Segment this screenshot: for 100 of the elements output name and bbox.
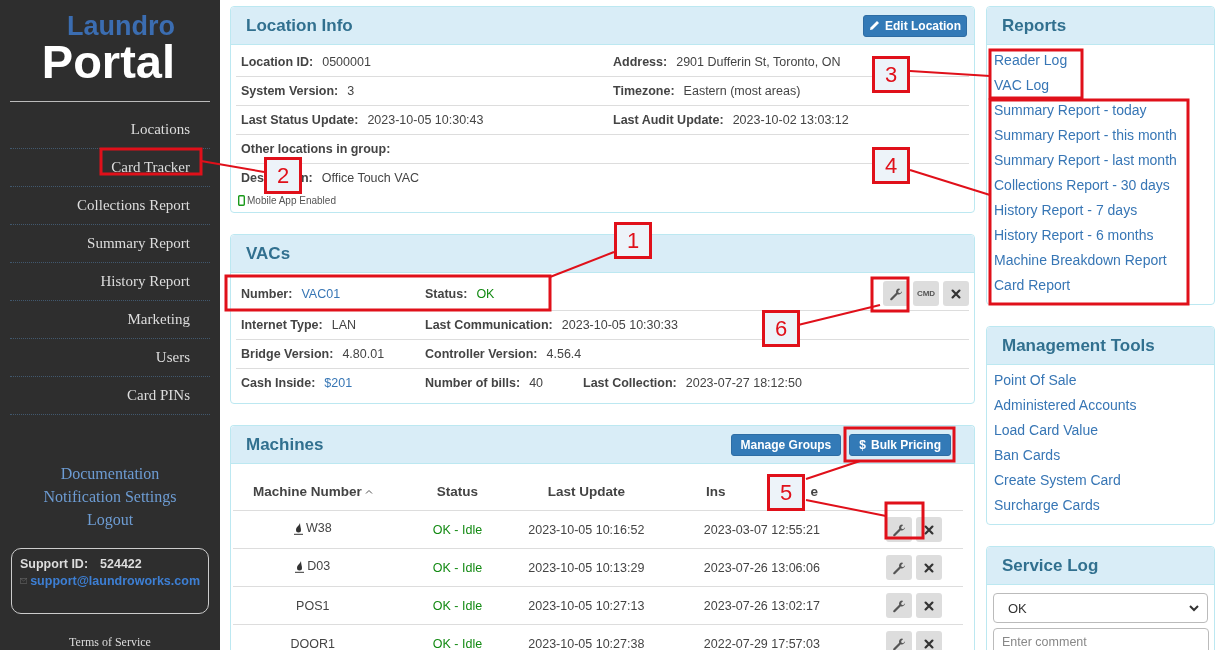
column-header[interactable]: e [810,483,818,499]
field-value[interactable]: $201 [324,376,353,390]
report-link[interactable]: Create System Card [994,468,1121,493]
field-label: Other locations in group: [241,142,391,156]
report-link[interactable]: Reader Log [994,48,1068,73]
report-link[interactable]: Surcharge Cards [994,493,1100,518]
nav-link[interactable]: Collections Report [77,194,190,217]
last-update: 2023-10-05 10:13:29 [528,560,645,575]
field-value: 0500001 [322,55,371,69]
nav-link[interactable]: Summary Report [87,232,190,255]
column-header[interactable]: Last Update [547,483,625,499]
machine-status: OK - Idle [432,598,483,613]
field-value: 40 [529,376,544,390]
report-link[interactable]: Load Card Value [994,418,1099,443]
nav-link[interactable]: History Report [100,270,190,293]
field-value: 3 [347,84,355,98]
email-link[interactable]: support@laundroworks.com [30,574,200,588]
field-label: Status: [425,286,468,301]
close-icon [923,523,936,536]
sidebar-link[interactable]: Logout [86,509,134,530]
delete-button[interactable] [916,555,943,580]
field-label: Number: [241,286,293,301]
report-link[interactable]: Summary Report - this month [994,123,1177,148]
field-label: Last Audit Update: [613,113,724,127]
callout-number: 3 [872,56,910,93]
field-label: Number of bills: [425,376,521,390]
panel-title: Management Tools [1002,335,1156,356]
manage-groups-button[interactable]: Manage Groups [730,433,842,456]
nav-link[interactable]: Card Tracker [111,156,190,179]
wrench-button[interactable] [886,593,913,618]
chevron-icon [1189,604,1199,612]
panel-title: Machines [246,434,325,455]
field-label: Controller Version: [425,347,538,361]
machine-number: POS1 [296,598,330,613]
report-link[interactable]: Administered Accounts [994,393,1137,418]
field-value: 2023-10-05 10:30:33 [561,318,678,332]
wrench-icon [892,522,907,537]
last-update: 2023-10-05 10:27:13 [528,598,645,613]
sidebar-link[interactable]: Documentation [60,463,160,484]
support-id: 524422 [100,557,142,571]
field-label: Cash Inside: [241,376,316,390]
column-header[interactable]: Machine Number [252,483,362,499]
close-icon [923,561,936,574]
field-value: 2023-10-02 13:03:12 [732,113,849,127]
field-value: 4.80.01 [342,347,385,361]
field-label: Location ID: [241,55,314,69]
delete-button[interactable] [943,281,969,306]
highlight-box [884,501,925,540]
nav-link[interactable]: Marketing [127,308,190,331]
sidebar-link[interactable]: Notification Settings [43,486,177,507]
report-link[interactable]: Summary Report - today [994,98,1147,123]
install-date: 2023-07-26 13:06:06 [703,560,820,575]
machine-number: W38 [305,521,332,536]
field-label: Des [241,171,264,185]
support-label: Support ID: [20,557,89,571]
pricing-button[interactable]: $ Bulk Pricing [849,433,951,456]
report-link[interactable]: Collections Report - 30 days [994,173,1170,198]
callout-number: 2 [264,157,302,194]
nav-link[interactable]: Card PINs [127,384,190,407]
delete-button[interactable] [916,631,943,650]
panel-title: Location Info [246,15,354,36]
field-value: Office Touch VAC [321,171,420,185]
cmd-button[interactable]: CMD [913,281,939,306]
last-update: 2023-10-05 10:16:52 [528,522,645,537]
install-date: 2023-03-07 12:55:21 [703,522,820,537]
report-link[interactable]: Card Report [994,273,1071,298]
wrench-button[interactable] [886,631,913,650]
field-value: 2023-10-05 10:30:43 [367,113,484,127]
report-link[interactable]: History Report - 6 months [994,223,1154,248]
terms-link[interactable]: Terms of Service [69,635,151,650]
wrench-button[interactable] [886,555,913,580]
field-label: Last Communication: [425,318,553,332]
report-link[interactable]: VAC Log [994,73,1049,98]
report-link[interactable]: Point Of Sale [994,368,1077,393]
column-header[interactable]: Ins [705,483,726,499]
nav-link[interactable]: Users [155,346,190,369]
callout-number: 6 [762,310,800,347]
panel-title: Service Log [1002,555,1100,576]
field-value: 4.56.4 [546,347,582,361]
nav-link[interactable]: Locations [130,118,190,141]
column-header[interactable]: Status [436,483,479,499]
field-value: 2023-07-27 18:12:50 [685,376,802,390]
leader-line [805,460,861,480]
report-link[interactable]: Summary Report - last month [994,148,1177,173]
callout-number: 1 [614,222,652,259]
panel-title: Reports [1002,15,1068,36]
comment-field[interactable]: Enter comment [993,628,1209,650]
wrench-icon [892,636,907,650]
field-value[interactable]: VAC01 [301,286,341,301]
report-link[interactable]: History Report - 7 days [994,198,1138,223]
status-select[interactable]: OK [993,593,1208,623]
delete-button[interactable] [916,593,943,618]
report-link[interactable]: Ban Cards [994,443,1061,468]
leader-line [549,251,615,278]
edit-location-button[interactable]: Edit Location [863,14,967,37]
report-link[interactable]: Machine Breakdown Report [994,248,1167,273]
field-label: Internet Type: [241,318,323,332]
field-label: Last Status Update: [241,113,359,127]
wrench-button[interactable] [883,281,909,306]
mobile-app-status: Mobile App Enabled [247,195,336,206]
